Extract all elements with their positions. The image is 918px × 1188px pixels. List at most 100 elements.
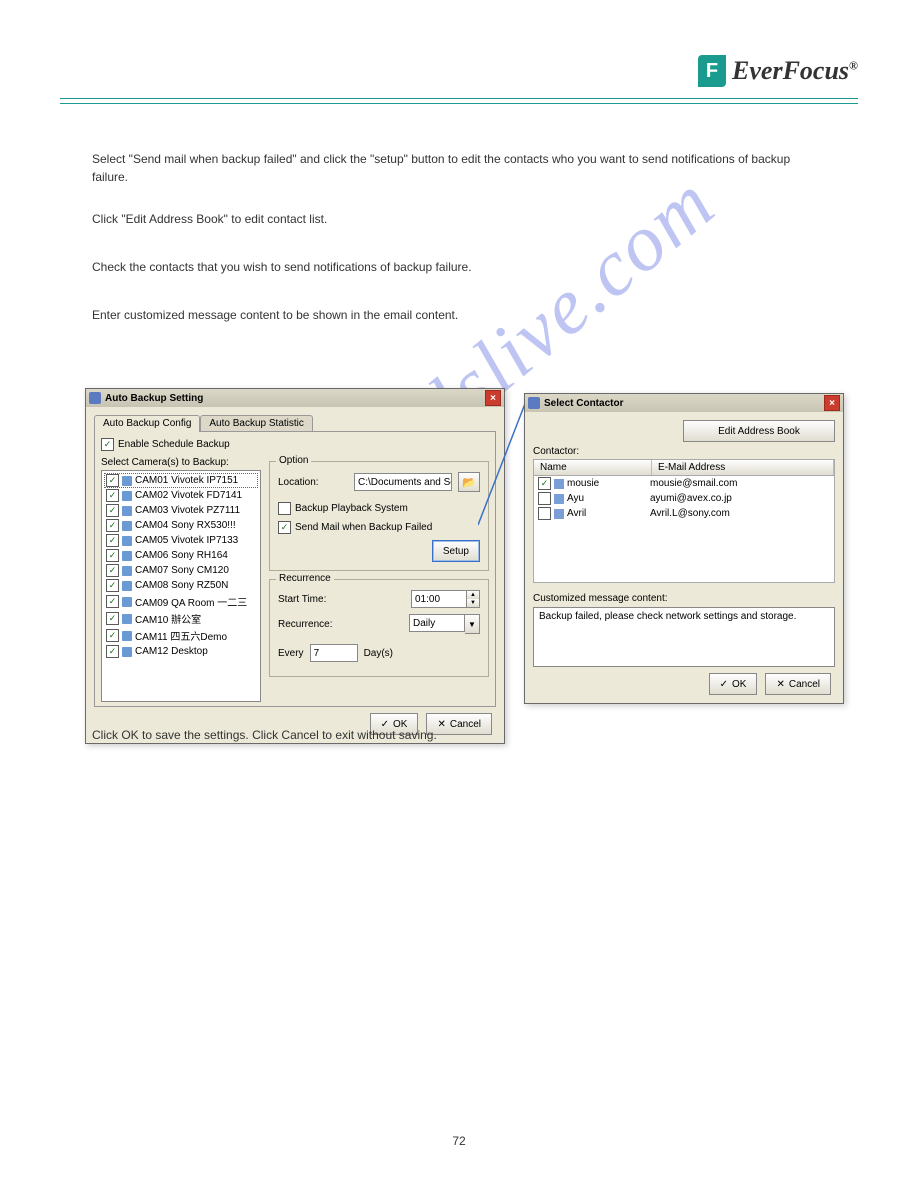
contactor-checkbox[interactable]	[538, 492, 551, 505]
camera-checkbox[interactable]	[106, 612, 119, 625]
camera-icon	[122, 614, 132, 624]
camera-icon	[122, 491, 132, 501]
send-mail-checkbox[interactable]	[278, 521, 291, 534]
paragraph-3: Check the contacts that you wish to send…	[92, 258, 826, 276]
camera-icon	[122, 647, 132, 657]
page-number: 72	[0, 1134, 918, 1148]
tab-statistic[interactable]: Auto Backup Statistic	[200, 415, 313, 432]
recurrence-label: Recurrence:	[278, 619, 348, 630]
camera-icon	[122, 521, 132, 531]
camera-row[interactable]: CAM03 Vivotek PZ7111	[104, 503, 258, 518]
camera-checkbox[interactable]	[106, 474, 119, 487]
location-label: Location:	[278, 477, 348, 488]
camera-row[interactable]: CAM04 Sony RX530!!!	[104, 518, 258, 533]
window-icon	[89, 392, 101, 404]
recurrence-dropdown-button[interactable]: ▼	[465, 614, 480, 634]
backup-playback-checkbox[interactable]	[278, 502, 291, 515]
camera-label: CAM09 QA Room 一二三	[135, 594, 247, 609]
camera-row[interactable]: CAM01 Vivotek IP7151	[104, 473, 258, 488]
paragraph-outro: Click OK to save the settings. Click Can…	[92, 726, 826, 744]
cancel-button[interactable]: ✕ Cancel	[765, 673, 831, 695]
window-title: Auto Backup Setting	[105, 393, 481, 404]
col-email[interactable]: E-Mail Address	[652, 460, 834, 475]
contactor-name: Avril	[567, 508, 647, 519]
contact-icon	[554, 509, 564, 519]
camera-row[interactable]: CAM05 Vivotek IP7133	[104, 533, 258, 548]
every-input[interactable]: 7	[310, 644, 358, 662]
paragraph-1: Select "Send mail when backup failed" an…	[92, 150, 826, 186]
tab-config[interactable]: Auto Backup Config	[94, 415, 200, 432]
camera-icon	[122, 581, 132, 591]
camera-row[interactable]: CAM09 QA Room 一二三	[104, 593, 258, 610]
start-time-spinner[interactable]: ▲▼	[467, 590, 480, 608]
camera-checkbox[interactable]	[106, 534, 119, 547]
camera-label: CAM07 Sony CM120	[135, 565, 229, 576]
start-time-label: Start Time:	[278, 594, 348, 605]
camera-checkbox[interactable]	[106, 549, 119, 562]
location-input[interactable]: C:\Documents and Se	[354, 473, 452, 491]
setup-button[interactable]: Setup	[432, 540, 480, 562]
paragraph-2: Click "Edit Address Book" to edit contac…	[92, 210, 826, 228]
camera-icon	[122, 566, 132, 576]
message-textarea[interactable]: Backup failed, please check network sett…	[533, 607, 835, 667]
check-icon: ✓	[720, 679, 728, 690]
camera-icon	[122, 476, 132, 486]
ok-button[interactable]: ✓ OK	[709, 673, 758, 695]
camera-row[interactable]: CAM06 Sony RH164	[104, 548, 258, 563]
camera-checkbox[interactable]	[106, 645, 119, 658]
camera-checkbox[interactable]	[106, 595, 119, 608]
camera-row[interactable]: CAM02 Vivotek FD7141	[104, 488, 258, 503]
contactor-name: mousie	[567, 478, 647, 489]
contact-icon	[554, 479, 564, 489]
header-divider	[60, 98, 858, 104]
table-row[interactable]: mousiemousie@smail.com	[534, 476, 834, 491]
option-group-title: Option	[276, 455, 311, 466]
camera-label: CAM06 Sony RH164	[135, 550, 228, 561]
select-contactor-window: Select Contactor × Edit Address Book Con…	[524, 393, 844, 704]
table-row[interactable]: AvrilAvril.L@sony.com	[534, 506, 834, 521]
window-title: Select Contactor	[544, 398, 820, 409]
table-row[interactable]: Ayuayumi@avex.co.jp	[534, 491, 834, 506]
col-name[interactable]: Name	[534, 460, 652, 475]
camera-list[interactable]: CAM01 Vivotek IP7151 CAM02 Vivotek FD7141…	[101, 470, 261, 702]
browse-button[interactable]: 📂	[458, 472, 480, 492]
camera-icon	[122, 631, 132, 641]
recurrence-group-title: Recurrence	[276, 573, 334, 584]
table-header: Name E-Mail Address	[533, 459, 835, 476]
camera-label: CAM02 Vivotek FD7141	[135, 490, 242, 501]
camera-checkbox[interactable]	[106, 579, 119, 592]
start-time-input[interactable]: 01:00	[411, 590, 467, 608]
camera-row[interactable]: CAM10 辦公室	[104, 610, 258, 627]
recurrence-select[interactable]: Daily	[409, 614, 465, 632]
contactor-checkbox[interactable]	[538, 477, 551, 490]
camera-row[interactable]: CAM11 四五六Demo	[104, 627, 258, 644]
contactor-email: ayumi@avex.co.jp	[650, 493, 732, 504]
camera-checkbox[interactable]	[106, 489, 119, 502]
camera-label: CAM03 Vivotek PZ7111	[135, 505, 240, 516]
contactor-checkbox[interactable]	[538, 507, 551, 520]
camera-label: CAM08 Sony RZ50N	[135, 580, 228, 591]
send-mail-label: Send Mail when Backup Failed	[295, 522, 432, 533]
close-icon: ✕	[776, 679, 784, 690]
enable-schedule-label: Enable Schedule Backup	[118, 439, 230, 450]
every-label: Every	[278, 648, 304, 659]
enable-schedule-checkbox[interactable]	[101, 438, 114, 451]
camera-row[interactable]: CAM07 Sony CM120	[104, 563, 258, 578]
brand-text: EverFocus®	[732, 56, 858, 86]
window-icon	[528, 397, 540, 409]
camera-list-label: Select Camera(s) to Backup:	[101, 457, 261, 468]
camera-checkbox[interactable]	[106, 564, 119, 577]
camera-icon	[122, 536, 132, 546]
camera-checkbox[interactable]	[106, 519, 119, 532]
brand-logo: F EverFocus®	[698, 55, 858, 87]
camera-label: CAM05 Vivotek IP7133	[135, 535, 238, 546]
camera-label: CAM10 辦公室	[135, 611, 201, 626]
close-button[interactable]: ×	[824, 395, 840, 411]
close-button[interactable]: ×	[485, 390, 501, 406]
camera-row[interactable]: CAM08 Sony RZ50N	[104, 578, 258, 593]
camera-checkbox[interactable]	[106, 629, 119, 642]
camera-checkbox[interactable]	[106, 504, 119, 517]
camera-row[interactable]: CAM12 Desktop	[104, 644, 258, 659]
auto-backup-window: Auto Backup Setting × Auto Backup Config…	[85, 388, 505, 744]
edit-address-book-button[interactable]: Edit Address Book	[683, 420, 835, 442]
